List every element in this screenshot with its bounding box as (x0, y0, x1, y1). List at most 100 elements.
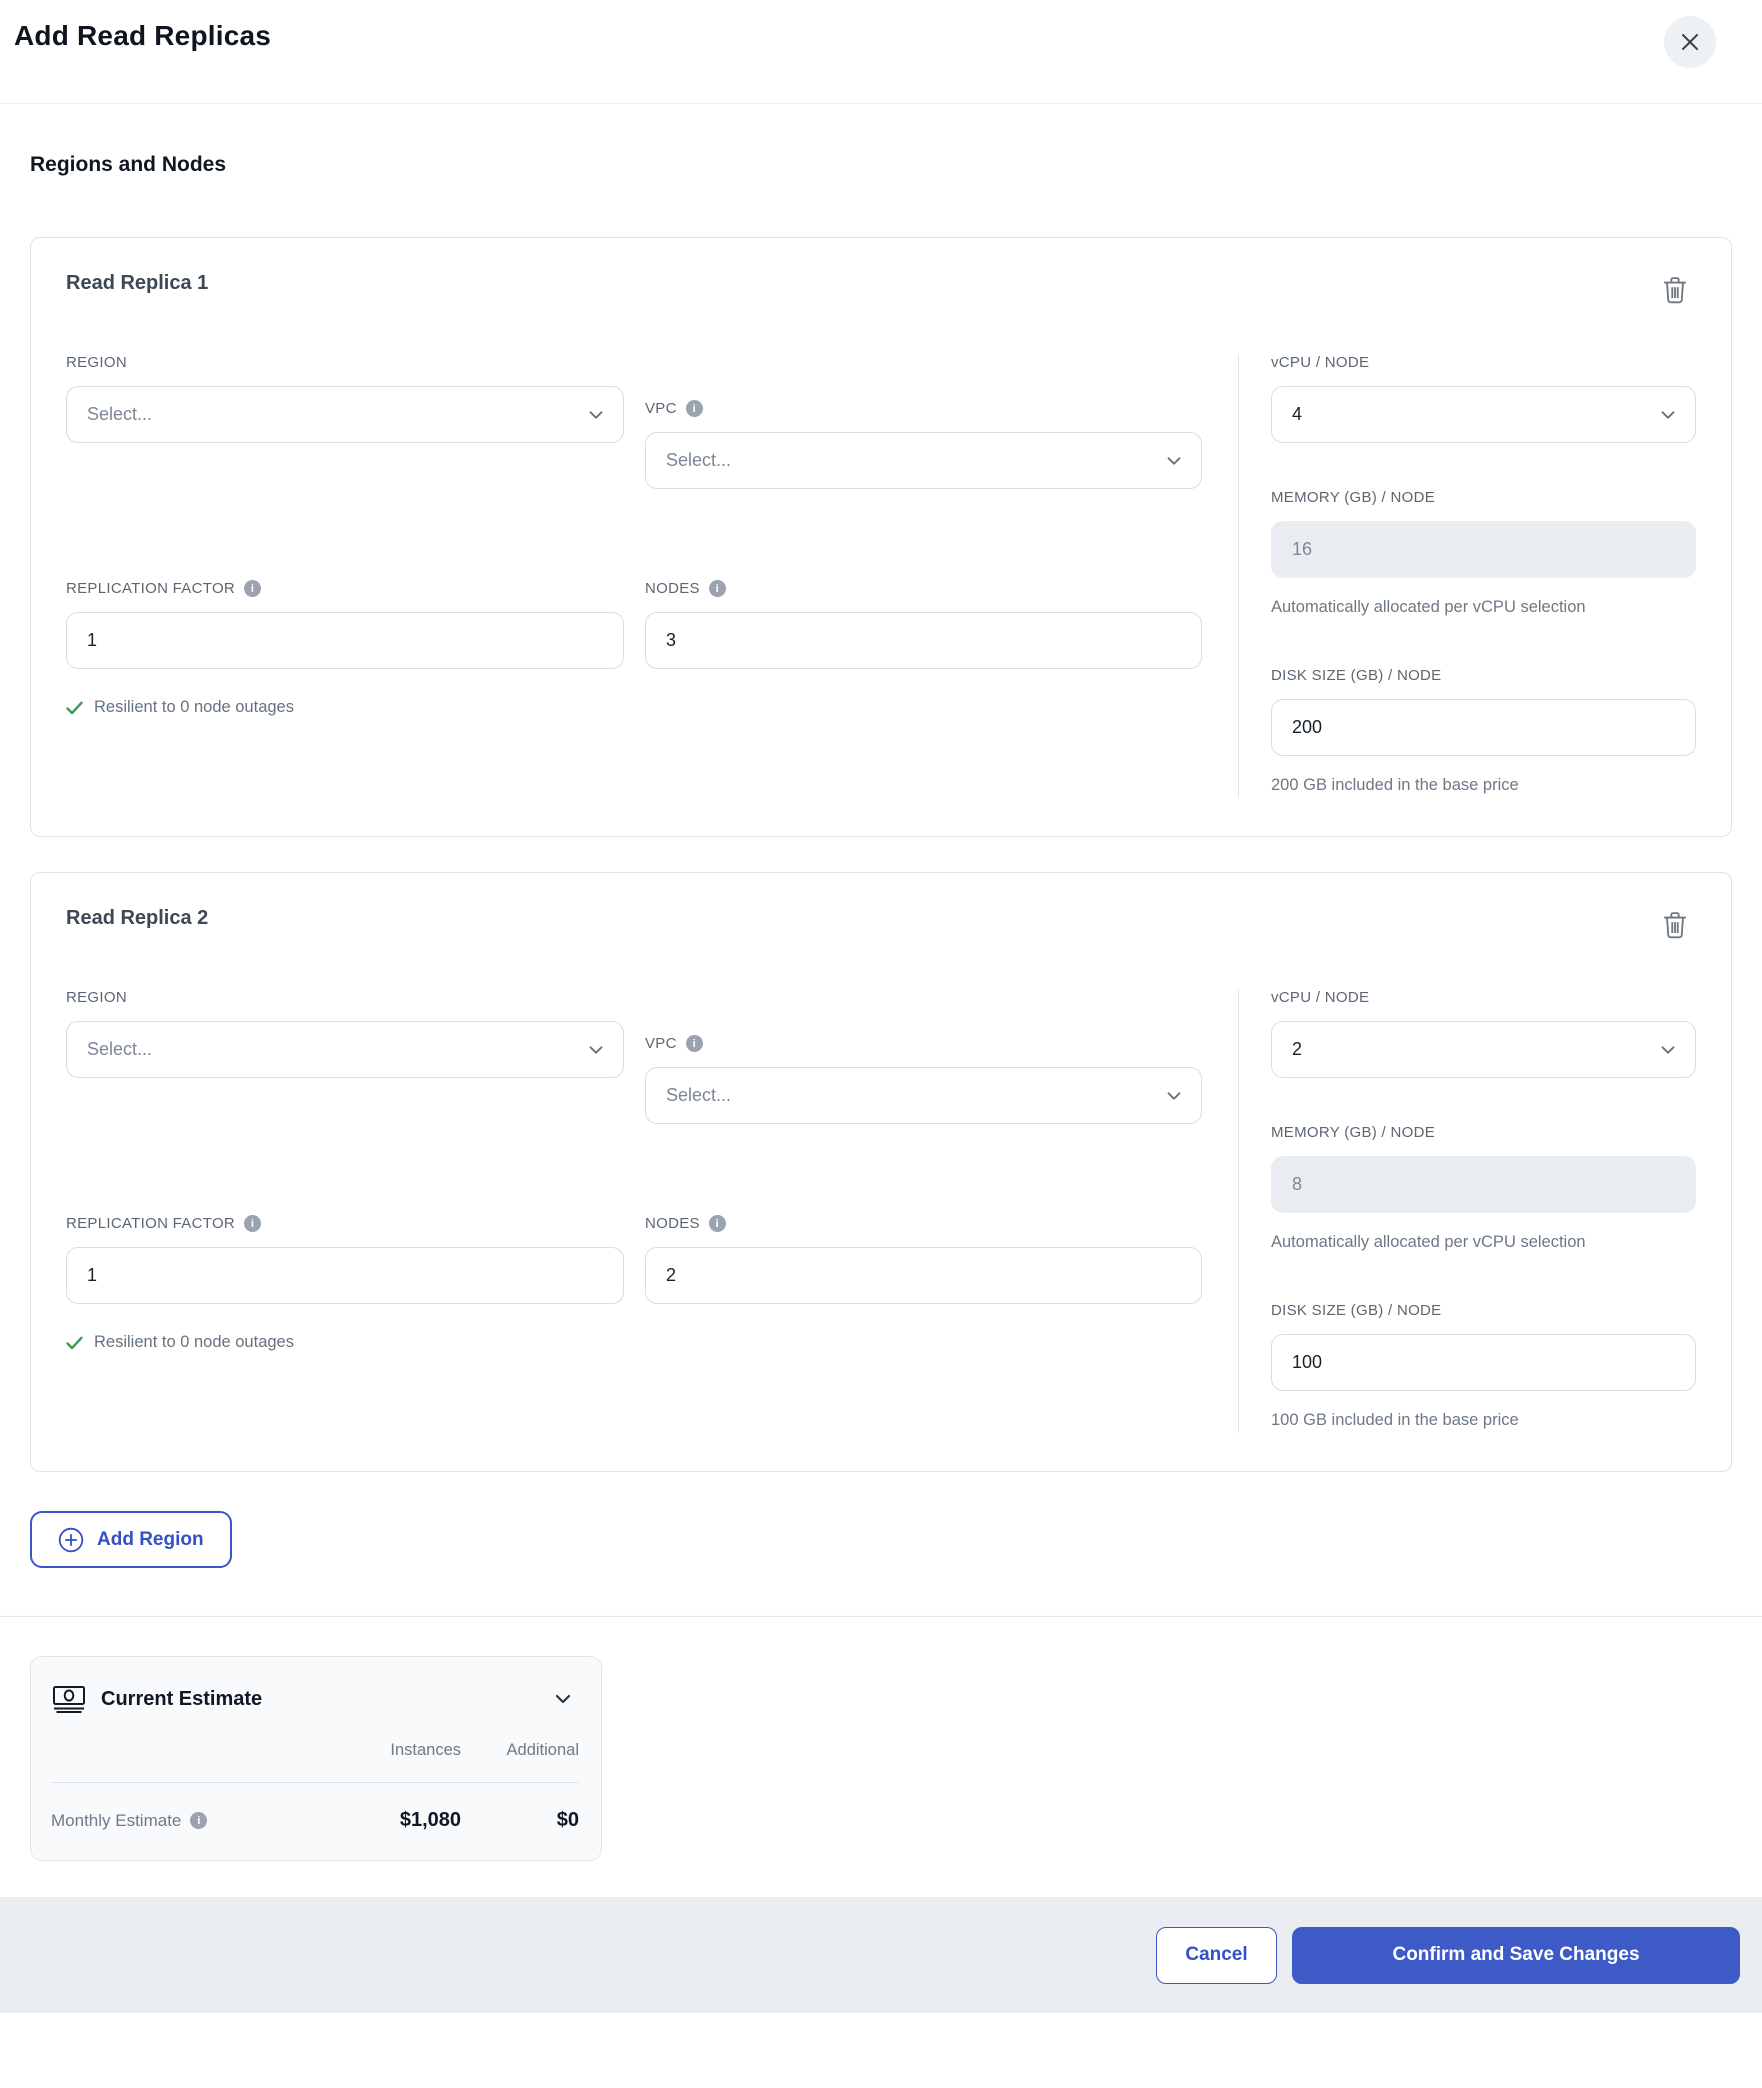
chevron-down-icon (585, 404, 607, 426)
select-placeholder: Select... (87, 404, 153, 424)
info-icon[interactable]: i (685, 400, 703, 417)
monthly-estimate-row: Monthly Estimate i $1,080 $0 (51, 1809, 579, 1832)
info-icon[interactable]: i (708, 1215, 726, 1233)
info-icon[interactable]: i (190, 1812, 208, 1830)
disk-field: DISK SIZE (GB) / NODE 100 GB included in… (1271, 1302, 1696, 1434)
close-icon (1679, 31, 1701, 53)
modal-footer: Cancel Confirm and Save Changes (0, 1897, 1762, 2014)
modal-title: Add Read Replicas (14, 20, 272, 51)
replication-factor-input[interactable] (66, 1247, 624, 1305)
vpc-field: VPC i Select... (645, 1035, 1202, 1125)
nodes-label: NODES i (645, 1215, 1202, 1233)
chevron-down-icon (585, 1039, 607, 1061)
info-icon[interactable]: i (685, 1035, 703, 1053)
vcpu-select[interactable]: 4 (1271, 386, 1696, 443)
add-region-button[interactable]: Add Region (30, 1511, 232, 1569)
replication-factor-input[interactable] (66, 612, 624, 669)
chevron-down-icon (1657, 1039, 1679, 1061)
region-label: REGION (66, 354, 127, 371)
estimate-area: Current Estimate Instances Additional Mo… (0, 1617, 1762, 1897)
monthly-estimate-label: Monthly Estimate (51, 1810, 182, 1830)
disk-label: DISK SIZE (GB) / NODE (1271, 1301, 1442, 1319)
delete-replica-button[interactable] (1658, 272, 1692, 308)
vpc-label: VPC i (645, 1035, 1202, 1053)
additional-column-header: Additional (506, 1741, 579, 1760)
add-region-label: Add Region (97, 1528, 204, 1550)
nodes-input[interactable] (645, 612, 1202, 669)
replication-factor-field: REPLICATION FACTOR i Resilient to 0 node… (66, 580, 624, 717)
vcpu-select[interactable]: 2 (1271, 1021, 1696, 1079)
region-label: REGION (66, 989, 127, 1007)
vcpu-field: vCPU / NODE 4 (1271, 354, 1696, 443)
estimate-title: Current Estimate (101, 1687, 263, 1710)
section-title: Regions and Nodes (30, 153, 227, 176)
chevron-down-icon (1163, 1085, 1185, 1107)
vcpu-field: vCPU / NODE 2 (1271, 989, 1696, 1079)
estimate-column-headers: Instances Additional (51, 1741, 579, 1760)
close-button[interactable] (1664, 16, 1716, 68)
chevron-down-icon (551, 1687, 575, 1711)
vcpu-label: vCPU / NODE (1271, 989, 1370, 1007)
replication-factor-label: REPLICATION FACTOR i (66, 580, 624, 597)
disk-note: 100 GB included in the base price (1271, 1410, 1519, 1429)
vcpu-label: vCPU / NODE (1271, 354, 1370, 371)
estimate-collapse-button[interactable] (547, 1683, 579, 1715)
replica-card-1: Read Replica 1 REGION Select... VPC i Se… (30, 237, 1732, 838)
instances-column-header: Instances (390, 1741, 461, 1760)
trash-icon (1660, 909, 1690, 941)
select-placeholder: Select... (87, 1039, 153, 1060)
replication-factor-label: REPLICATION FACTOR i (66, 1215, 624, 1233)
nodes-input[interactable] (645, 1247, 1202, 1305)
delete-replica-button[interactable] (1658, 907, 1692, 943)
disk-input[interactable] (1271, 698, 1696, 756)
resilience-note: Resilient to 0 node outages (66, 698, 624, 717)
cancel-button[interactable]: Cancel (1156, 1926, 1277, 1984)
check-icon (66, 1336, 83, 1350)
banknote-icon (51, 1683, 87, 1715)
estimate-divider (51, 1782, 579, 1784)
confirm-save-button[interactable]: Confirm and Save Changes (1292, 1926, 1740, 1984)
check-icon (66, 701, 83, 715)
additional-value: $0 (556, 1809, 579, 1832)
memory-field: MEMORY (GB) / NODE Automatically allocat… (1271, 1124, 1696, 1256)
region-select[interactable]: Select... (66, 386, 624, 443)
nodes-field: NODES i (645, 1215, 1202, 1352)
info-icon[interactable]: i (708, 580, 726, 597)
disk-label: DISK SIZE (GB) / NODE (1271, 666, 1442, 684)
vpc-select[interactable]: Select... (645, 1067, 1202, 1125)
disk-note: 200 GB included in the base price (1271, 775, 1519, 794)
select-placeholder: Select... (666, 1085, 732, 1106)
modal-header: Add Read Replicas (0, 0, 1762, 104)
memory-field: MEMORY (GB) / NODE Automatically allocat… (1271, 489, 1696, 621)
replica-card-2: Read Replica 2 REGION Select... VPC i Se… (30, 872, 1732, 1473)
resilience-note: Resilient to 0 node outages (66, 1333, 624, 1352)
disk-input[interactable] (1271, 1333, 1696, 1391)
vpc-select[interactable]: Select... (645, 432, 1202, 489)
plus-circle-icon (58, 1527, 84, 1553)
memory-label: MEMORY (GB) / NODE (1271, 489, 1436, 506)
region-select[interactable]: Select... (66, 1021, 624, 1079)
chevron-down-icon (1163, 450, 1185, 472)
instances-value: $1,080 (399, 1809, 461, 1832)
disk-field: DISK SIZE (GB) / NODE 200 GB included in… (1271, 667, 1696, 799)
info-icon[interactable]: i (244, 1215, 262, 1233)
replication-factor-field: REPLICATION FACTOR i Resilient to 0 node… (66, 1215, 624, 1352)
memory-note: Automatically allocated per vCPU selecti… (1271, 598, 1586, 616)
replica-title: Read Replica 2 (66, 907, 209, 930)
memory-note: Automatically allocated per vCPU selecti… (1271, 1233, 1586, 1252)
memory-input (1271, 1156, 1696, 1214)
trash-icon (1660, 274, 1690, 306)
modal-body: Regions and Nodes Read Replica 1 REGION (0, 153, 1762, 1569)
info-icon[interactable]: i (244, 580, 262, 597)
memory-label: MEMORY (GB) / NODE (1271, 1124, 1436, 1142)
select-placeholder: Select... (666, 450, 732, 470)
nodes-field: NODES i (645, 580, 1202, 717)
vpc-field: VPC i Select... (645, 400, 1202, 489)
chevron-down-icon (1657, 404, 1679, 426)
current-estimate-panel: Current Estimate Instances Additional Mo… (30, 1656, 602, 1862)
region-field: REGION Select... (66, 989, 624, 1124)
replica-title: Read Replica 1 (66, 272, 209, 294)
region-field: REGION Select... (66, 354, 624, 489)
nodes-label: NODES i (645, 580, 1202, 597)
memory-input (1271, 521, 1696, 578)
